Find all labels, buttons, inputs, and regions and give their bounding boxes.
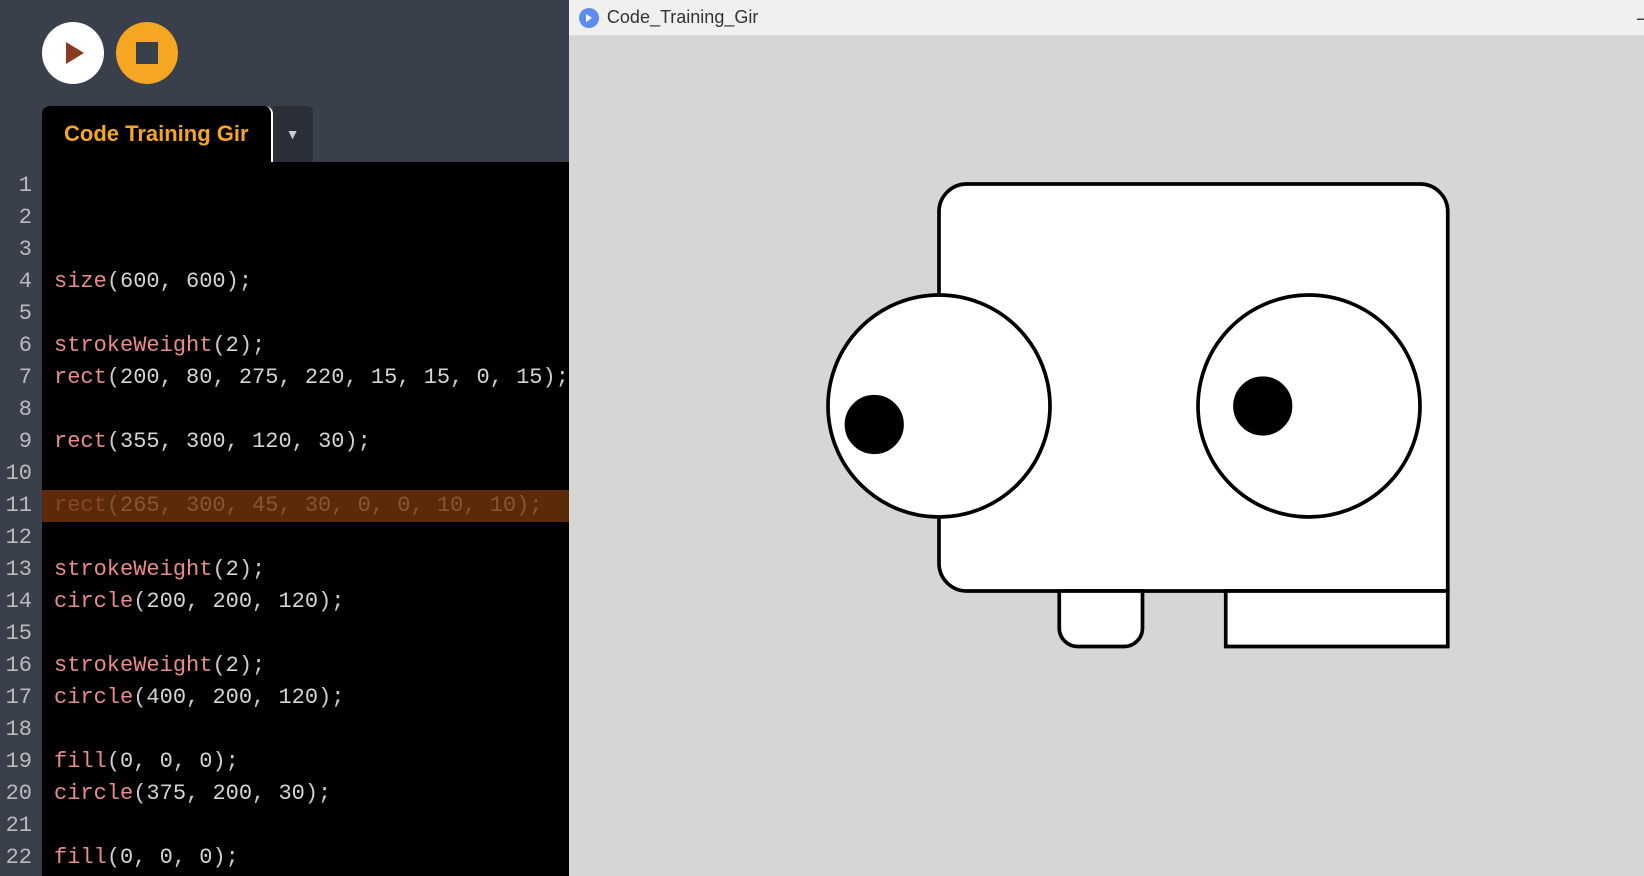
tab-code-training-gir[interactable]: Code Training Gir — [42, 106, 273, 162]
code-line[interactable]: rect(265, 300, 45, 30, 0, 0, 10, 10); — [54, 490, 569, 522]
code-line[interactable] — [54, 298, 569, 330]
code-line[interactable]: fill(0, 0, 0); — [54, 746, 569, 778]
code-line[interactable]: size(600, 600); — [54, 266, 569, 298]
sketch-canvas-wrap — [569, 36, 1644, 876]
minimize-button[interactable]: — — [1627, 5, 1644, 31]
code-line[interactable]: rect(355, 300, 120, 30); — [54, 426, 569, 458]
chevron-down-icon: ▼ — [286, 126, 300, 142]
line-number: 9 — [0, 426, 32, 458]
tab-bar: Code Training Gir ▼ — [0, 106, 569, 162]
code-line[interactable] — [54, 458, 569, 490]
sketch-window: Code_Training_Gir — — [569, 0, 1644, 876]
code-line[interactable] — [54, 394, 569, 426]
line-number: 18 — [0, 714, 32, 746]
sketch-titlebar[interactable]: Code_Training_Gir — — [569, 0, 1644, 36]
editor-panel: Code Training Gir ▼ 12345678910111213141… — [0, 0, 569, 876]
run-button[interactable] — [42, 22, 104, 84]
tab-dropdown-button[interactable]: ▼ — [273, 106, 313, 162]
line-number: 4 — [0, 266, 32, 298]
processing-play-icon — [579, 8, 599, 28]
line-number: 15 — [0, 618, 32, 650]
code-editor[interactable]: 12345678910111213141516171819202122 size… — [0, 162, 569, 876]
line-number: 6 — [0, 330, 32, 362]
line-number: 12 — [0, 522, 32, 554]
stop-button[interactable] — [116, 22, 178, 84]
line-number: 3 — [0, 234, 32, 266]
code-line[interactable]: strokeWeight(2); — [54, 330, 569, 362]
code-line[interactable]: strokeWeight(2); — [54, 554, 569, 586]
code-line[interactable] — [54, 810, 569, 842]
line-number: 2 — [0, 202, 32, 234]
line-number: 7 — [0, 362, 32, 394]
line-number: 19 — [0, 746, 32, 778]
stop-icon — [136, 42, 158, 64]
code-line[interactable]: fill(0, 0, 0); — [54, 842, 569, 874]
code-line[interactable]: circle(375, 200, 30); — [54, 778, 569, 810]
code-area[interactable]: size(600, 600);strokeWeight(2);rect(200,… — [42, 162, 569, 876]
toolbar — [0, 0, 569, 106]
play-icon — [66, 42, 84, 64]
line-number: 16 — [0, 650, 32, 682]
code-line[interactable]: circle(400, 200, 120); — [54, 682, 569, 714]
code-line[interactable] — [54, 714, 569, 746]
code-line[interactable] — [54, 522, 569, 554]
line-number: 13 — [0, 554, 32, 586]
line-number: 10 — [0, 458, 32, 490]
line-number: 14 — [0, 586, 32, 618]
line-number-gutter: 12345678910111213141516171819202122 — [0, 162, 42, 876]
line-number: 20 — [0, 778, 32, 810]
line-number: 22 — [0, 842, 32, 874]
line-number: 17 — [0, 682, 32, 714]
line-number: 21 — [0, 810, 32, 842]
code-line[interactable] — [54, 618, 569, 650]
sketch-canvas — [569, 36, 1644, 876]
line-number: 8 — [0, 394, 32, 426]
line-number: 5 — [0, 298, 32, 330]
line-number: 1 — [0, 170, 32, 202]
code-line[interactable]: rect(200, 80, 275, 220, 15, 15, 0, 15); — [54, 362, 569, 394]
code-line[interactable]: circle(200, 200, 120); — [54, 586, 569, 618]
line-number: 11 — [0, 490, 32, 522]
sketch-title: Code_Training_Gir — [607, 7, 758, 28]
code-line[interactable]: strokeWeight(2); — [54, 650, 569, 682]
